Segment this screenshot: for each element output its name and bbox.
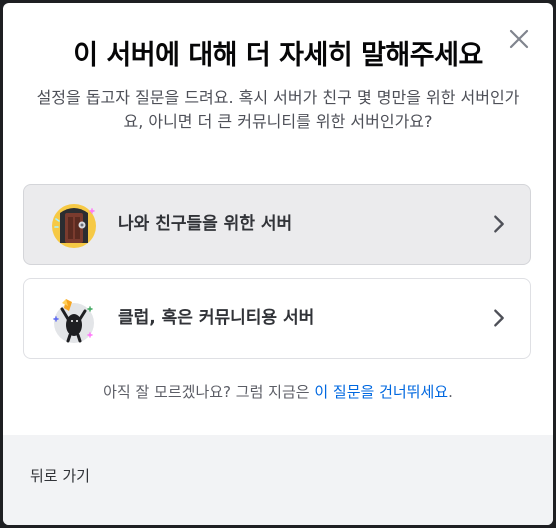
- skip-suffix: .: [448, 383, 453, 401]
- chevron-right-icon: [494, 215, 504, 233]
- skip-question-link[interactable]: 이 질문을 건너뛰세요: [314, 383, 448, 401]
- skip-prefix: 아직 잘 모르겠나요? 그럼 지금은: [103, 383, 315, 401]
- close-icon[interactable]: [507, 27, 531, 51]
- option-label: 클럽, 혹은 커뮤니티용 서버: [118, 308, 315, 328]
- back-button[interactable]: 뒤로 가기: [30, 465, 90, 486]
- chevron-right-icon: [494, 309, 504, 327]
- option-friends-server[interactable]: 나와 친구들을 위한 서버: [23, 184, 531, 265]
- create-server-modal: 이 서버에 대해 더 자세히 말해주세요 설정을 돕고자 질문을 드려요. 혹시…: [3, 3, 553, 525]
- option-club-server[interactable]: 클럽, 혹은 커뮤니티용 서버: [23, 278, 531, 359]
- friends-door-icon: [52, 204, 96, 248]
- modal-subtitle: 설정을 돕고자 질문을 드려요. 혹시 서버가 친구 몇 명만을 위한 서버인가…: [36, 88, 520, 131]
- modal-footer: 뒤로 가기: [3, 435, 553, 525]
- option-label: 나와 친구들을 위한 서버: [118, 214, 293, 234]
- modal-title: 이 서버에 대해 더 자세히 말해주세요: [73, 40, 483, 71]
- club-cheer-icon: [53, 299, 94, 343]
- skip-text: 아직 잘 모르겠나요? 그럼 지금은 이 질문을 건너뛰세요.: [3, 381, 553, 402]
